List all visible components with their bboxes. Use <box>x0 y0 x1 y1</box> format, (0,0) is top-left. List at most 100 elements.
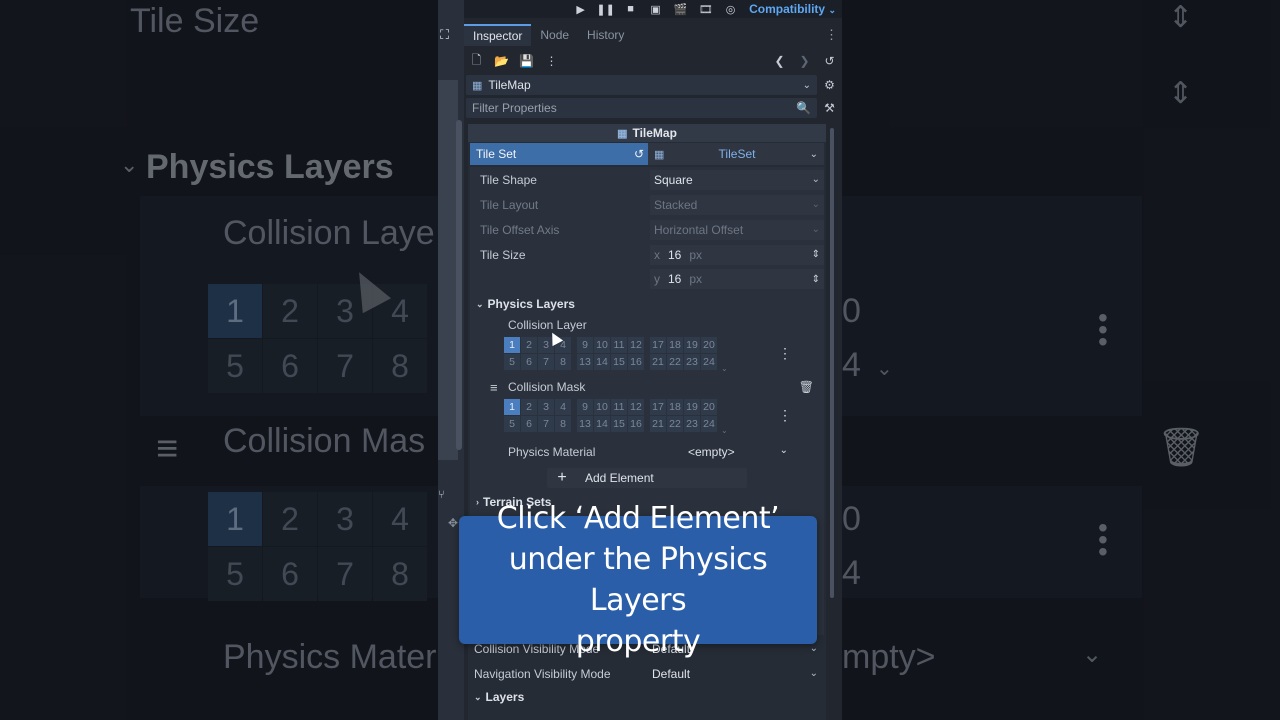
collision-layer-bit[interactable]: 2 <box>521 337 537 353</box>
tile-shape-dropdown[interactable]: Square ⌄ <box>650 169 824 190</box>
collision-mask-bit[interactable]: 10 <box>594 399 610 415</box>
drag-handle-icon[interactable]: ≡ <box>490 380 498 395</box>
tab-inspector[interactable]: Inspector <box>464 24 532 46</box>
collision-mask-bit[interactable]: 5 <box>504 416 520 432</box>
object-selector[interactable]: ▦ TileMap ⌄ <box>466 75 817 95</box>
stop-icon[interactable]: ■ <box>618 3 643 15</box>
collision-mask-bit[interactable]: 12 <box>628 399 644 415</box>
collision-layer-bit[interactable]: 1 <box>504 337 520 353</box>
collision-mask-bit[interactable]: 9 <box>577 399 593 415</box>
tool-icon[interactable]: ⑂ <box>438 489 445 501</box>
tile-layout-dropdown[interactable]: Stacked ⌄ <box>650 194 824 215</box>
spinner-icon[interactable]: ⇕ <box>812 274 820 285</box>
viewport-scrollbar[interactable] <box>456 120 462 450</box>
trash-icon[interactable]: 🗑 <box>799 380 814 394</box>
move-icon[interactable]: ✥ <box>448 516 458 530</box>
collision-mask-bit[interactable]: 24 <box>701 416 717 432</box>
collision-mask-bit[interactable]: 18 <box>667 399 683 415</box>
dock-menu-icon[interactable]: ⋮ <box>825 24 838 46</box>
inspector-scrollbar[interactable] <box>830 128 834 598</box>
collision-layer-bit[interactable]: 6 <box>521 354 537 370</box>
remote-debug-icon[interactable]: ▣ <box>643 3 668 16</box>
collision-mask-bit[interactable]: 14 <box>594 416 610 432</box>
layers-section[interactable]: ⌄ Layers <box>468 686 826 708</box>
collision-layer-bit[interactable]: 23 <box>684 354 700 370</box>
collision-layer-bit[interactable]: 7 <box>538 354 554 370</box>
navigation-visibility-dropdown[interactable]: Default ⌄ <box>648 664 822 684</box>
collision-layer-bit[interactable]: 18 <box>667 337 683 353</box>
new-resource-icon[interactable]: 🗋 <box>464 51 489 71</box>
history-forward-icon[interactable]: ❯ <box>792 51 817 71</box>
pause-icon[interactable]: ❚❚ <box>593 3 618 16</box>
physics-material-picker[interactable]: <empty> ⌄ <box>688 445 788 459</box>
open-folder-icon[interactable]: 📂 <box>489 51 514 71</box>
movie-maker-icon[interactable]: ◎ <box>718 3 743 16</box>
spinner-icon[interactable]: ⇕ <box>812 249 820 260</box>
collision-layer-bit[interactable]: 21 <box>650 354 666 370</box>
collision-mask-bit[interactable]: 1 <box>504 399 520 415</box>
collision-mask-bit[interactable]: 20 <box>701 399 717 415</box>
tile-size-y-field[interactable]: y 16 px ⇕ <box>650 269 824 289</box>
tilemap-icon: ▦ <box>472 79 483 92</box>
tile-shape-label: Tile Shape <box>480 172 537 187</box>
tab-node[interactable]: Node <box>531 24 578 46</box>
collision-layer-bit[interactable]: 9 <box>577 337 593 353</box>
collision-layer-bit[interactable]: 5 <box>504 354 520 370</box>
object-history-icon[interactable]: ↺ <box>817 51 842 71</box>
collision-mask-bit[interactable]: 22 <box>667 416 683 432</box>
distraction-free-icon[interactable]: ⛶ <box>440 27 449 43</box>
collision-layer-bit[interactable]: 20 <box>701 337 717 353</box>
collision-layer-bit[interactable]: 22 <box>667 354 683 370</box>
object-properties-icon[interactable]: ⚙ <box>817 75 842 95</box>
play-icon[interactable]: ▶ <box>568 3 593 16</box>
collision-mask-bit[interactable]: 4 <box>555 399 571 415</box>
collision-mask-bit[interactable]: 7 <box>538 416 554 432</box>
chevron-down-icon[interactable]: ⌄ <box>721 426 728 435</box>
play-scene-icon[interactable]: 🎬 <box>668 3 693 16</box>
collision-mask-bit[interactable]: 19 <box>684 399 700 415</box>
tile-offset-axis-dropdown[interactable]: Horizontal Offset ⌄ <box>650 219 824 240</box>
collision-mask-bit[interactable]: 2 <box>521 399 537 415</box>
collision-mask-bit[interactable]: 17 <box>650 399 666 415</box>
collision-layer-bit[interactable]: 19 <box>684 337 700 353</box>
layer-menu-icon[interactable]: ⋮ <box>778 345 792 362</box>
play-custom-scene-icon[interactable]: 🎞 <box>693 3 718 16</box>
collision-layer-bit[interactable]: 8 <box>555 354 571 370</box>
chevron-down-icon[interactable]: ⌄ <box>721 364 728 373</box>
collision-layer-bit[interactable]: 10 <box>594 337 610 353</box>
mask-menu-icon[interactable]: ⋮ <box>778 407 792 424</box>
history-back-icon[interactable]: ❮ <box>767 51 792 71</box>
revert-icon[interactable]: ↺ <box>634 147 644 161</box>
collision-mask-bit[interactable]: 13 <box>577 416 593 432</box>
collision-mask-bit[interactable]: 3 <box>538 399 554 415</box>
dock-tabs: Inspector Node History ⋮ <box>464 24 842 46</box>
collision-mask-bit[interactable]: 16 <box>628 416 644 432</box>
tile-size-x-field[interactable]: x 16 px ⇕ <box>650 244 824 265</box>
collision-mask-bit[interactable]: 15 <box>611 416 627 432</box>
collision-mask-bit[interactable]: 6 <box>521 416 537 432</box>
tile-set-label[interactable]: Tile Set ↺ <box>470 143 648 165</box>
filter-options-icon[interactable]: ⚒ <box>817 98 842 118</box>
save-icon[interactable]: 💾 <box>514 51 539 71</box>
collision-mask-bit[interactable]: 21 <box>650 416 666 432</box>
more-options-icon[interactable]: ⋮ <box>539 51 564 71</box>
chevron-down-icon: ⌄ <box>802 79 811 91</box>
collision-layer-bit[interactable]: 14 <box>594 354 610 370</box>
collision-layer-bit[interactable]: 15 <box>611 354 627 370</box>
collision-mask-bit[interactable]: 8 <box>555 416 571 432</box>
collision-layer-bit[interactable]: 11 <box>611 337 627 353</box>
add-element-button[interactable]: + Add Element <box>547 468 747 488</box>
collision-layer-bit[interactable]: 12 <box>628 337 644 353</box>
tab-history[interactable]: History <box>578 24 633 46</box>
collision-layer-bit[interactable]: 24 <box>701 354 717 370</box>
collision-layer-bit[interactable]: 17 <box>650 337 666 353</box>
collision-mask-bit[interactable]: 23 <box>684 416 700 432</box>
physics-layers-section[interactable]: ⌄ Physics Layers <box>470 293 824 315</box>
collision-mask-bit[interactable]: 11 <box>611 399 627 415</box>
collision-layer-bit[interactable]: 13 <box>577 354 593 370</box>
collision-layer-bit[interactable]: 16 <box>628 354 644 370</box>
filter-properties-input[interactable]: Filter Properties 🔍 <box>466 98 817 118</box>
y-axis-label: y <box>654 272 660 286</box>
tile-set-value[interactable]: ▦ TileSet ⌄ <box>648 143 824 165</box>
renderer-dropdown[interactable]: Compatibility ⌄ <box>749 2 836 16</box>
